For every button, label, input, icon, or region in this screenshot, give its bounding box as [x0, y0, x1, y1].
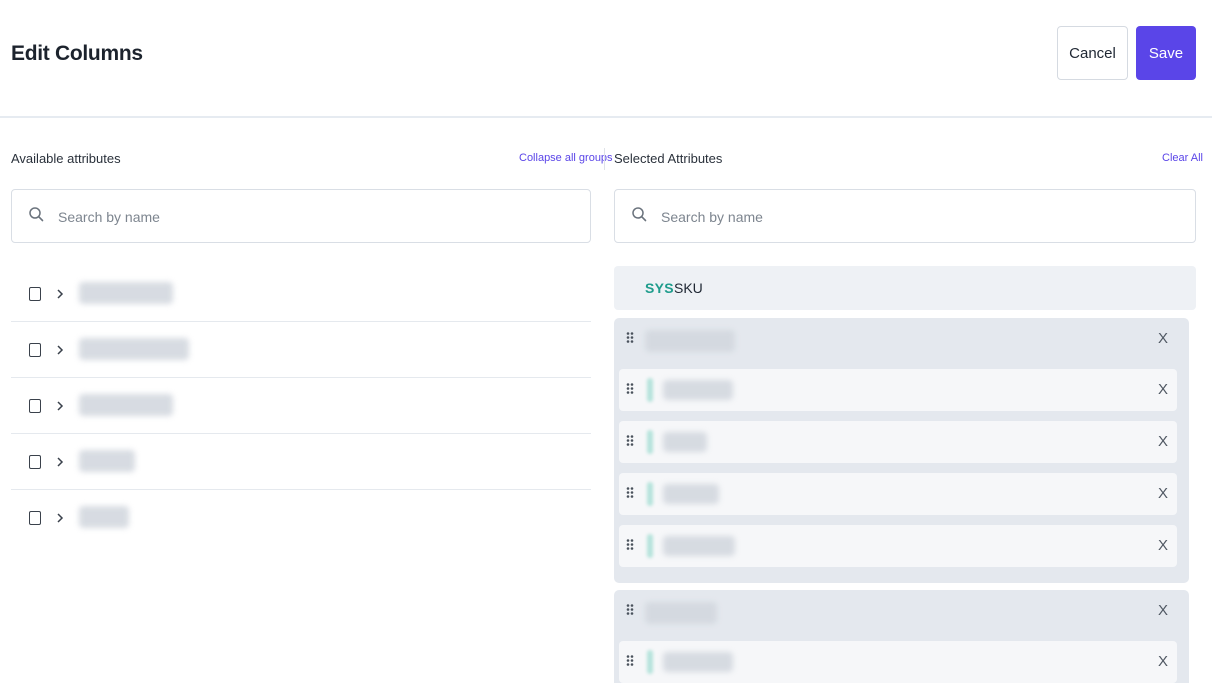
pinned-sku-row: SYS SKU	[614, 266, 1196, 310]
available-search-input[interactable]	[56, 204, 578, 230]
selected-search-box[interactable]	[614, 189, 1196, 243]
attribute-type-badge	[647, 650, 653, 674]
selected-group: X X	[614, 590, 1189, 683]
attribute-name-blurred	[663, 484, 719, 504]
chevron-right-icon[interactable]	[55, 286, 65, 302]
selected-attribute-row[interactable]: X	[619, 525, 1177, 567]
cancel-button[interactable]: Cancel	[1057, 26, 1128, 80]
chevron-right-icon[interactable]	[55, 398, 65, 414]
group-name-blurred	[79, 394, 173, 416]
selected-group: X X X X X	[614, 318, 1189, 583]
group-name-blurred	[79, 450, 135, 472]
sys-badge: SYS	[645, 280, 674, 296]
drag-handle-icon[interactable]	[626, 331, 634, 347]
group-name-blurred	[645, 330, 735, 352]
selected-attribute-row[interactable]: X	[619, 369, 1177, 411]
pinned-attribute-name: SKU	[674, 280, 703, 296]
remove-group-button[interactable]: X	[1154, 600, 1172, 622]
selected-group-header[interactable]: X	[619, 318, 1177, 364]
checkbox-icon[interactable]	[29, 343, 41, 357]
checkbox-icon[interactable]	[29, 399, 41, 413]
available-group-row[interactable]	[11, 434, 591, 490]
remove-attribute-button[interactable]: X	[1154, 431, 1172, 453]
attribute-name-blurred	[663, 432, 707, 452]
group-name-blurred	[79, 338, 189, 360]
drag-handle-icon[interactable]	[626, 603, 634, 619]
selected-attribute-row[interactable]: X	[619, 421, 1177, 463]
available-group-row[interactable]	[11, 490, 591, 546]
attribute-type-badge	[647, 482, 653, 506]
remove-attribute-button[interactable]: X	[1154, 483, 1172, 505]
selected-attribute-row[interactable]: X	[619, 473, 1177, 515]
selected-group-header[interactable]: X	[619, 590, 1177, 636]
group-name-blurred	[645, 602, 717, 624]
attribute-type-badge	[647, 534, 653, 558]
selected-attribute-row[interactable]: X	[619, 641, 1177, 683]
available-group-row[interactable]	[11, 378, 591, 434]
checkbox-icon[interactable]	[29, 287, 41, 301]
remove-attribute-button[interactable]: X	[1154, 651, 1172, 673]
checkbox-icon[interactable]	[29, 455, 41, 469]
chevron-right-icon[interactable]	[55, 454, 65, 470]
remove-attribute-button[interactable]: X	[1154, 535, 1172, 557]
drag-handle-icon[interactable]	[626, 538, 634, 554]
collapse-all-groups-link[interactable]: Collapse all groups	[519, 152, 613, 164]
remove-attribute-button[interactable]: X	[1154, 379, 1172, 401]
drag-handle-icon[interactable]	[626, 654, 634, 670]
available-group-row[interactable]	[11, 266, 591, 322]
group-name-blurred	[79, 506, 129, 528]
page-header: Edit Columns Cancel Save	[0, 0, 1212, 118]
selected-search-input[interactable]	[659, 204, 1183, 230]
attribute-type-badge	[647, 430, 653, 454]
panel-divider	[604, 148, 605, 170]
attribute-name-blurred	[663, 380, 733, 400]
remove-group-button[interactable]: X	[1154, 328, 1172, 350]
chevron-right-icon[interactable]	[55, 510, 65, 526]
drag-handle-icon[interactable]	[626, 486, 634, 502]
selected-attributes-label: Selected Attributes	[614, 151, 723, 166]
checkbox-icon[interactable]	[29, 511, 41, 525]
drag-handle-icon[interactable]	[626, 434, 634, 450]
available-group-row[interactable]	[11, 322, 591, 378]
available-search-box[interactable]	[11, 189, 591, 243]
available-attributes-label: Available attributes	[11, 151, 121, 166]
chevron-right-icon[interactable]	[55, 342, 65, 358]
clear-all-link[interactable]: Clear All	[1162, 152, 1203, 164]
save-button[interactable]: Save	[1136, 26, 1196, 80]
search-icon	[29, 207, 44, 222]
page-title: Edit Columns	[11, 42, 143, 65]
attribute-name-blurred	[663, 652, 733, 672]
drag-handle-icon[interactable]	[626, 382, 634, 398]
attribute-type-badge	[647, 378, 653, 402]
search-icon	[632, 207, 647, 222]
attribute-name-blurred	[663, 536, 735, 556]
group-name-blurred	[79, 282, 173, 304]
